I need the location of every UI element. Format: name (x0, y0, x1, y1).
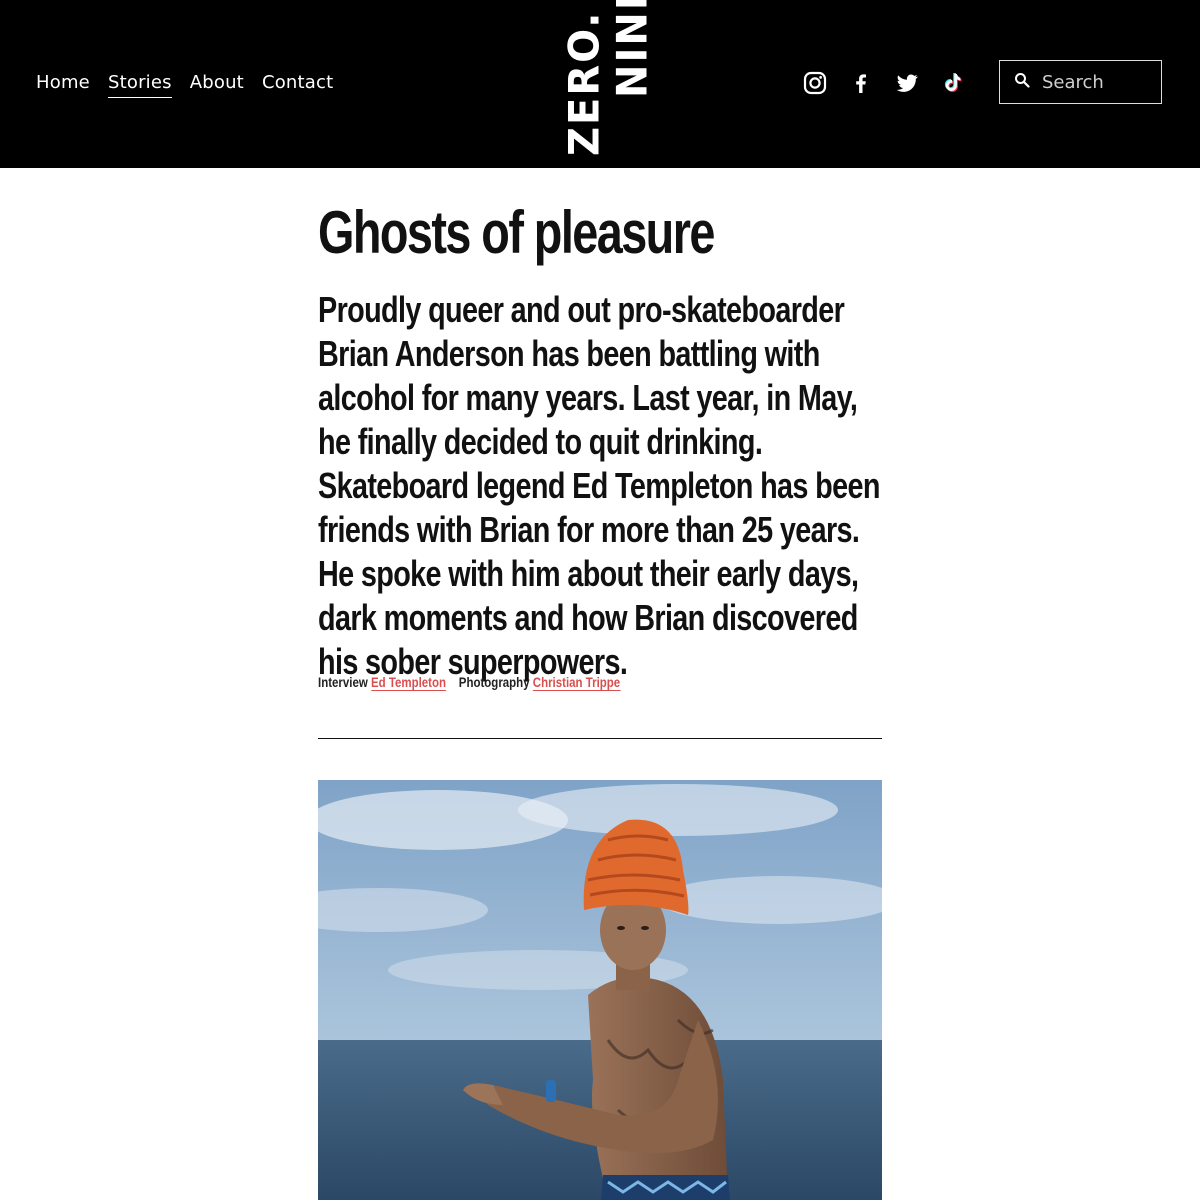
search-icon (1014, 72, 1030, 93)
search-input[interactable] (1040, 70, 1154, 94)
instagram-icon[interactable] (802, 70, 828, 96)
nav-stories[interactable]: Stories (107, 72, 172, 98)
social-links (802, 70, 966, 96)
article-credits: Interview Ed Templeton Photography Chris… (318, 674, 621, 691)
nav-contact[interactable]: Contact (262, 72, 333, 98)
interview-author-link[interactable]: Ed Templeton (370, 674, 447, 691)
tiktok-icon[interactable] (940, 70, 966, 96)
article-dek: Proudly queer and out pro-skateboarder B… (318, 289, 880, 682)
logo-nine: NINE (608, 0, 658, 98)
article: Ghosts of pleasure Proudly queer and out… (318, 168, 882, 739)
photographer-link[interactable]: Christian Trippe (532, 674, 621, 691)
article-title: Ghosts of pleasure (318, 199, 715, 266)
nav-about[interactable]: About (190, 72, 244, 98)
logo-zero: ZERO. (560, 10, 610, 156)
nav-home[interactable]: Home (36, 72, 90, 98)
article-hero-photo (318, 780, 882, 1200)
search-box[interactable] (999, 60, 1162, 104)
divider (318, 738, 882, 739)
interview-label: Interview (318, 674, 368, 690)
main-nav: Home Stories About Contact (36, 72, 333, 98)
site-logo[interactable]: ZERO. NINE (560, 0, 664, 158)
photography-label: Photography (458, 674, 530, 690)
facebook-icon[interactable] (848, 70, 874, 96)
site-header: Home Stories About Contact ZERO. NINE (0, 0, 1200, 168)
twitter-icon[interactable] (894, 70, 920, 96)
